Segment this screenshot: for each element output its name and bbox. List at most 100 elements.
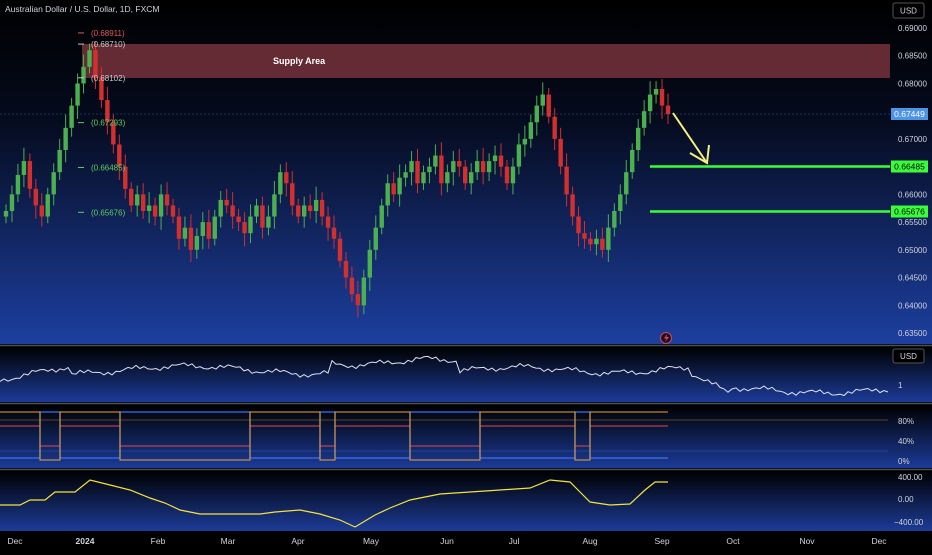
support-tag-2: 0.65676	[891, 205, 928, 218]
time-tick-label: Nov	[799, 536, 815, 546]
candle-body	[630, 150, 635, 173]
osc-panel-bg	[0, 471, 932, 531]
candle-body	[194, 235, 200, 250]
time-tick-label: 2024	[76, 536, 95, 546]
candle-body	[373, 227, 378, 250]
time-tick-label: Dec	[7, 536, 23, 546]
candle-body	[659, 89, 665, 106]
candle-body	[546, 94, 551, 117]
candle-body	[415, 161, 420, 184]
candle-body	[9, 194, 15, 211]
price-tick-label: 0.67000	[898, 135, 927, 144]
candle-body	[618, 194, 623, 211]
candle-body	[135, 194, 140, 206]
candle-body	[206, 222, 211, 239]
candle-body	[594, 238, 599, 245]
candle-body	[468, 172, 474, 184]
candle-body	[427, 166, 432, 173]
osc-tick-zero: 0.00	[898, 495, 914, 504]
osc-tick-low: −400.00	[894, 518, 924, 527]
candle-body	[87, 50, 92, 67]
candle-body	[3, 211, 9, 217]
candle-body	[63, 127, 68, 150]
fib-label: (0.68102)	[91, 74, 126, 83]
candle-body	[146, 205, 152, 211]
svg-text:0.66485: 0.66485	[894, 162, 925, 172]
candle-body	[248, 216, 253, 234]
candle-body	[188, 227, 194, 250]
price-tick-label: 0.65500	[898, 218, 927, 227]
currency-button[interactable]: USD	[892, 2, 925, 19]
fib-label: (0.68710)	[91, 40, 126, 49]
candle-body	[564, 166, 569, 195]
candle-body	[325, 216, 331, 228]
supply-zone[interactable]	[82, 44, 890, 78]
time-tick-label: Apr	[291, 536, 304, 546]
candle-body	[33, 188, 39, 206]
candle-body	[301, 205, 307, 217]
candle-body	[212, 216, 217, 239]
time-tick-label: Jul	[509, 536, 520, 546]
candle-body	[403, 172, 408, 178]
candle-body	[522, 138, 528, 145]
candle-body	[606, 227, 611, 250]
candle-body	[635, 127, 641, 150]
candle-body	[337, 238, 343, 261]
candle-body	[278, 172, 283, 195]
candle-body	[307, 205, 313, 211]
candle-body	[75, 83, 80, 106]
fib-label: (0.66485)	[91, 163, 126, 172]
price-tick-label: 0.64500	[898, 274, 927, 283]
usd-panel-bg	[0, 347, 932, 402]
candle-body	[236, 216, 241, 223]
candle-body	[254, 205, 259, 217]
candle-body	[367, 249, 373, 278]
candle-body	[492, 155, 498, 162]
price-tick-label: 0.69000	[898, 24, 927, 33]
stoch-tick-0: 0%	[898, 457, 910, 466]
sub-currency-button[interactable]: USD	[892, 348, 925, 364]
candle-body	[51, 172, 56, 195]
candle-body	[480, 161, 486, 173]
stoch-tick-40: 40%	[898, 437, 914, 446]
lightning-icon[interactable]	[660, 332, 672, 344]
time-tick-label: Jun	[440, 536, 454, 546]
candle-body	[570, 194, 575, 217]
time-tick-label: Feb	[151, 536, 166, 546]
candle-body	[397, 177, 402, 195]
candle-body	[319, 199, 325, 217]
candle-body	[290, 183, 295, 206]
candle-body	[355, 294, 361, 306]
candle-body	[343, 260, 349, 278]
candle-body	[653, 89, 659, 95]
candle-body	[152, 205, 158, 217]
candle-body	[349, 277, 355, 295]
fib-label: (0.68911)	[91, 29, 125, 38]
time-tick-label: Oct	[726, 536, 740, 546]
candle-body	[361, 277, 367, 306]
candle-body	[498, 155, 504, 167]
candle-body	[81, 66, 86, 84]
candle-body	[164, 194, 170, 206]
stoch-panel-bg	[0, 405, 932, 468]
candle-body	[331, 227, 337, 239]
candle-body	[552, 116, 557, 139]
candle-body	[200, 222, 206, 236]
time-tick-label: Sep	[654, 536, 669, 546]
candle-body	[665, 105, 671, 114]
candle-body	[445, 172, 450, 184]
svg-text:USD: USD	[900, 352, 917, 361]
fib-label: (0.67293)	[91, 119, 126, 128]
price-tick-label: 0.64000	[898, 301, 927, 310]
price-tick-label: 0.65000	[898, 246, 927, 255]
candle-body	[528, 122, 534, 139]
candle-body	[158, 194, 164, 217]
usd-panel-tick: 1	[898, 381, 903, 390]
candle-body	[21, 161, 27, 175]
price-tick-label: 0.68000	[898, 79, 927, 88]
candle-body	[600, 238, 605, 250]
candle-body	[218, 199, 223, 217]
chart-title: Australian Dollar / U.S. Dollar, 1D, FXC…	[5, 4, 159, 14]
candle-body	[272, 194, 277, 217]
candle-body	[140, 194, 146, 211]
